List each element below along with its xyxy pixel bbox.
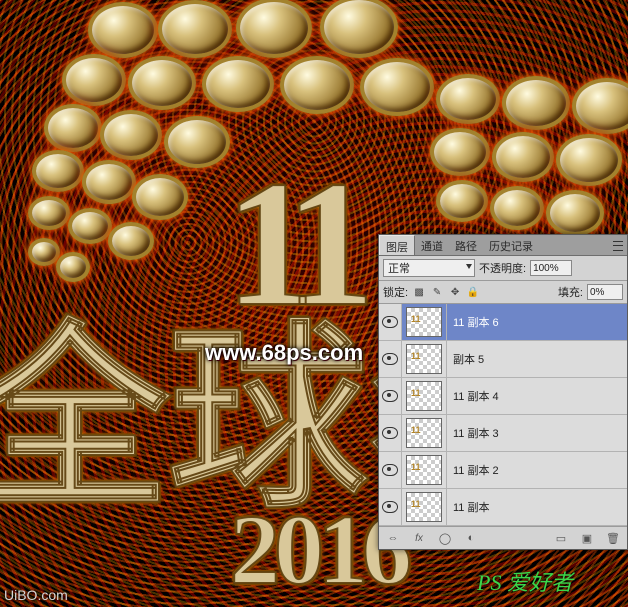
coin-icon <box>68 208 112 244</box>
panel-footer: ⇔ fx ◯ ◐ ▭ ▣ 🗑 <box>379 526 627 549</box>
lock-position-icon[interactable]: ✥ <box>448 285 462 299</box>
fill-field[interactable]: 0% <box>587 284 623 300</box>
lock-transparency-icon[interactable]: ▩ <box>412 285 426 299</box>
blend-mode-value: 正常 <box>388 260 410 276</box>
mask-icon[interactable]: ◯ <box>437 531 453 545</box>
layer-name[interactable]: 11 副本 3 <box>447 425 627 441</box>
coin-icon <box>164 116 230 168</box>
layer-name[interactable]: 11 副本 <box>447 499 627 515</box>
visibility-toggle[interactable] <box>379 415 402 451</box>
coin-icon <box>158 0 232 58</box>
layer-thumbnail[interactable]: 11 <box>402 452 447 488</box>
panel-tabs: 图层 通道 路径 历史记录 <box>379 235 627 256</box>
coin-icon <box>28 196 70 230</box>
watermark-corner: PS 爱好者 <box>477 565 573 597</box>
watermark-main: www.68ps.com <box>205 340 363 366</box>
coin-icon <box>32 150 84 192</box>
link-layers-icon[interactable]: ⇔ <box>385 531 401 545</box>
visibility-toggle[interactable] <box>379 341 402 377</box>
layer-row[interactable]: 11 副本 5 <box>379 341 627 378</box>
opacity-label: 不透明度: <box>479 260 526 276</box>
layer-row[interactable]: 11 11 副本 4 <box>379 378 627 415</box>
coin-icon <box>360 58 434 116</box>
coin-icon <box>132 174 188 220</box>
panel-menu-icon[interactable] <box>611 237 625 255</box>
lock-label: 锁定: <box>383 284 408 300</box>
layer-row[interactable]: 11 11 副本 6 <box>379 304 627 341</box>
visibility-toggle[interactable] <box>379 304 402 340</box>
coin-icon <box>490 186 544 230</box>
lock-pixels-icon[interactable]: ✎ <box>430 285 444 299</box>
coin-icon <box>546 190 604 236</box>
visibility-toggle[interactable] <box>379 378 402 414</box>
coin-icon <box>82 160 136 204</box>
trash-icon[interactable]: 🗑 <box>605 531 621 545</box>
layer-row[interactable]: 11 11 副本 <box>379 489 627 526</box>
layer-thumbnail[interactable]: 11 <box>402 341 447 377</box>
opacity-value: 100% <box>533 263 559 274</box>
coin-icon <box>62 54 126 106</box>
layer-name[interactable]: 副本 5 <box>447 351 627 367</box>
tab-channels[interactable]: 通道 <box>415 235 449 255</box>
eye-icon <box>382 464 398 476</box>
layer-list: 11 11 副本 6 11 副本 5 11 11 副本 4 11 11 副本 3… <box>379 304 627 526</box>
tab-paths[interactable]: 路径 <box>449 235 483 255</box>
coin-icon <box>236 0 312 58</box>
coin-icon <box>44 104 102 152</box>
coin-icon <box>128 56 196 110</box>
eye-icon <box>382 427 398 439</box>
lock-all-icon[interactable]: 🔒 <box>466 285 480 299</box>
coin-icon <box>28 238 60 266</box>
fill-label: 填充: <box>558 284 583 300</box>
eye-icon <box>382 501 398 513</box>
watermark-sub: UiBO.com <box>4 587 68 603</box>
layer-name[interactable]: 11 副本 6 <box>447 314 627 330</box>
layer-thumbnail[interactable]: 11 <box>402 304 447 340</box>
coin-icon <box>100 110 162 160</box>
layer-name[interactable]: 11 副本 4 <box>447 388 627 404</box>
eye-icon <box>382 316 398 328</box>
layers-panel: 图层 通道 路径 历史记录 正常 不透明度: 100% 锁定: ▩ ✎ ✥ 🔒 … <box>378 234 628 550</box>
blend-mode-select[interactable]: 正常 <box>383 259 475 277</box>
coin-icon <box>320 0 398 58</box>
eye-icon <box>382 390 398 402</box>
layer-name[interactable]: 11 副本 2 <box>447 462 627 478</box>
layer-row[interactable]: 11 11 副本 3 <box>379 415 627 452</box>
coin-icon <box>280 56 354 114</box>
coin-icon <box>430 128 490 176</box>
tab-history[interactable]: 历史记录 <box>483 235 539 255</box>
coin-icon <box>202 56 274 112</box>
new-layer-icon[interactable]: ▣ <box>579 531 595 545</box>
visibility-toggle[interactable] <box>379 489 402 525</box>
opacity-field[interactable]: 100% <box>530 260 572 276</box>
coin-icon <box>492 132 554 182</box>
eye-icon <box>382 353 398 365</box>
fx-icon[interactable]: fx <box>411 531 427 545</box>
fill-value: 0% <box>590 287 604 298</box>
coin-icon <box>436 180 488 222</box>
layer-thumbnail[interactable]: 11 <box>402 378 447 414</box>
chevron-down-icon <box>466 264 472 269</box>
layer-thumbnail[interactable]: 11 <box>402 415 447 451</box>
panel-options-row2: 锁定: ▩ ✎ ✥ 🔒 填充: 0% <box>379 281 627 304</box>
coin-icon <box>108 222 154 260</box>
group-icon[interactable]: ▭ <box>553 531 569 545</box>
coin-icon <box>502 76 570 130</box>
tab-layers[interactable]: 图层 <box>379 235 415 255</box>
layer-thumbnail[interactable]: 11 <box>402 489 447 525</box>
coin-icon <box>436 74 500 124</box>
coin-icon <box>56 252 90 282</box>
layer-row[interactable]: 11 11 副本 2 <box>379 452 627 489</box>
visibility-toggle[interactable] <box>379 452 402 488</box>
coin-icon <box>556 134 622 186</box>
panel-options-row1: 正常 不透明度: 100% <box>379 256 627 281</box>
coin-icon <box>88 2 158 58</box>
adjustment-icon[interactable]: ◐ <box>463 531 479 545</box>
coin-icon <box>572 78 628 134</box>
